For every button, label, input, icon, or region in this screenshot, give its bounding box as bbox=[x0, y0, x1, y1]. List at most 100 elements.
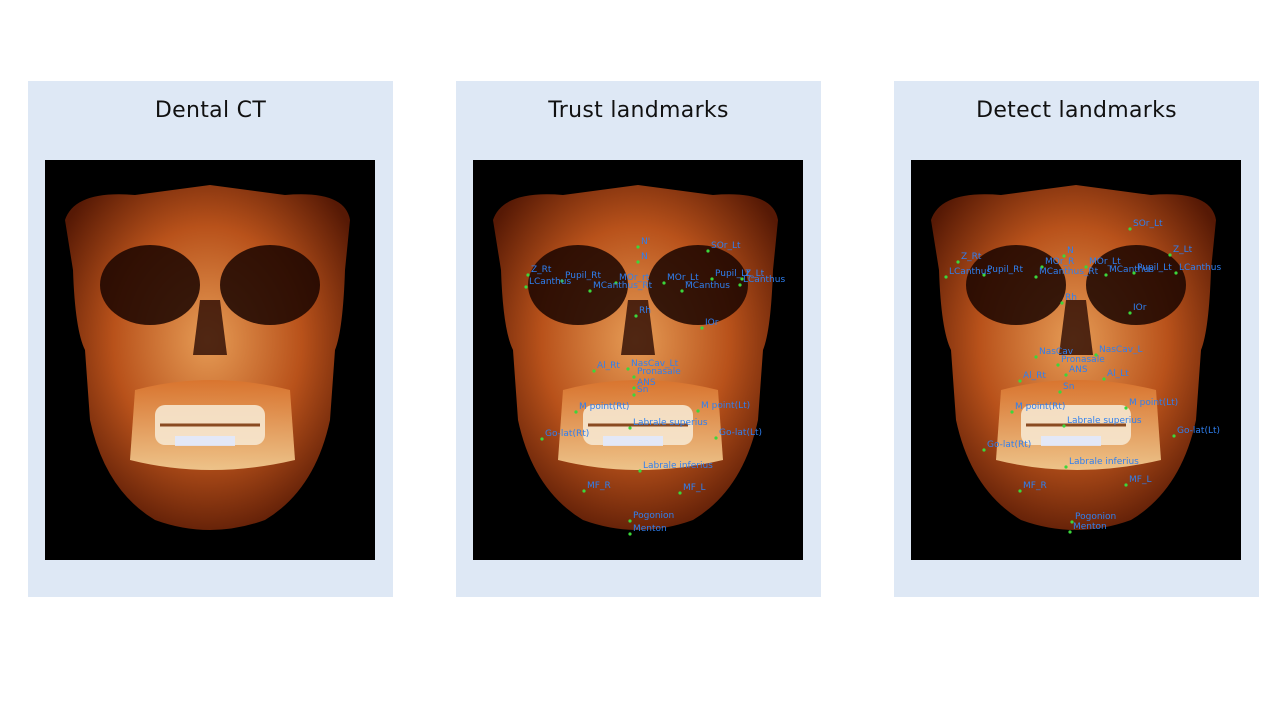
landmark-label: N' bbox=[641, 237, 650, 247]
landmark-label: Pogonion bbox=[1075, 512, 1116, 522]
ct-image bbox=[45, 160, 375, 560]
landmark-label: Pupil_Lt bbox=[1137, 263, 1172, 273]
landmark-label: Pupil_Rt bbox=[987, 265, 1023, 275]
landmark-dot bbox=[1124, 406, 1128, 410]
panel-title: Detect landmarks bbox=[976, 98, 1177, 123]
panel-detect-landmarks: Detect landmarks SOr_Lt Z_Rt N MOr_R MOr… bbox=[894, 81, 1259, 597]
landmark-label: M point(Lt) bbox=[701, 401, 750, 411]
landmark-dot bbox=[1174, 271, 1178, 275]
landmark-label: Rh bbox=[1065, 293, 1077, 303]
landmark-dot bbox=[700, 326, 704, 330]
landmark-label: Go-lat(Rt) bbox=[987, 440, 1031, 450]
landmark-label: Rh bbox=[639, 306, 651, 316]
landmark-label: MF_L bbox=[683, 483, 705, 493]
landmark-dot bbox=[714, 436, 718, 440]
landmark-label: Menton bbox=[1073, 522, 1107, 532]
landmark-dot bbox=[638, 469, 642, 473]
landmark-label: Labrale superius bbox=[1067, 416, 1142, 426]
landmark-label: Z_Rt bbox=[531, 265, 552, 275]
landmark-dot bbox=[1124, 483, 1128, 487]
landmark-dot bbox=[1062, 424, 1066, 428]
landmark-dot bbox=[1034, 355, 1038, 359]
landmark-dot bbox=[1128, 311, 1132, 315]
skull-render-landmarks: SOr_LtZ_RtNMOr_R MOr_LtZ_LtLCanthusPupil_… bbox=[911, 160, 1241, 560]
landmark-label: LCanthus bbox=[529, 277, 571, 287]
landmark-dot bbox=[1018, 379, 1022, 383]
landmark-label: Menton bbox=[633, 524, 667, 534]
landmark-dot bbox=[1018, 489, 1022, 493]
landmark-dot bbox=[1128, 227, 1132, 231]
landmark-dot bbox=[1132, 271, 1136, 275]
landmark-dot bbox=[1068, 530, 1072, 534]
landmark-label: Z_Lt bbox=[1173, 245, 1193, 255]
panel-title: Dental CT bbox=[154, 98, 267, 123]
landmark-dot bbox=[1010, 410, 1014, 414]
landmark-dot bbox=[636, 245, 640, 249]
landmark-label: MCanthus_Rt bbox=[593, 281, 653, 291]
landmark-label: MCanthus_Rt bbox=[1039, 267, 1099, 277]
landmark-dot bbox=[632, 375, 636, 379]
landmark-dot bbox=[1058, 390, 1062, 394]
landmark-label: Pronasale bbox=[637, 367, 681, 377]
landmark-dot bbox=[1064, 373, 1068, 377]
landmark-dot bbox=[592, 369, 596, 373]
landmark-label: Go-lat(Lt) bbox=[1177, 426, 1220, 436]
landmark-dot bbox=[1064, 465, 1068, 469]
ct-image-landmarks: N' N SOr_Lt Z_Rt Pupil_Rt LCanthus MOr_rt MOr_L… bbox=[473, 160, 803, 560]
landmark-label: SOr_Lt bbox=[711, 241, 741, 251]
landmark-dot bbox=[628, 519, 632, 523]
landmark-dot bbox=[1056, 363, 1060, 367]
landmark-dot bbox=[944, 275, 948, 279]
landmark-label: MF_L bbox=[1129, 475, 1151, 485]
landmark-label: Go-lat(Lt) bbox=[719, 428, 762, 438]
landmark-label: IOr bbox=[1133, 303, 1147, 313]
landmark-dot bbox=[632, 386, 636, 390]
landmark-label: IOr bbox=[705, 318, 719, 328]
landmark-dot bbox=[636, 260, 640, 264]
landmark-label: Pogonion bbox=[633, 511, 674, 521]
landmark-dot bbox=[540, 437, 544, 441]
landmark-dot bbox=[982, 448, 986, 452]
landmark-label: LCanthus bbox=[743, 275, 785, 285]
landmark-label: N bbox=[1067, 246, 1074, 256]
panel-dental-ct: Dental CT bbox=[28, 81, 393, 597]
landmark-label: NasCav_L bbox=[1099, 345, 1143, 355]
skull-render-landmarks: N'NSOr_LtZ_RtPupil_RtLCanthus MOr_rt MOr_L… bbox=[473, 160, 803, 560]
landmark-label: Pronasale bbox=[1061, 355, 1105, 365]
landmark-dot bbox=[588, 289, 592, 293]
landmark-dot bbox=[680, 289, 684, 293]
landmark-label: Z_Rt bbox=[961, 252, 982, 262]
landmark-dot bbox=[1102, 377, 1106, 381]
landmark-dot bbox=[628, 532, 632, 536]
landmark-label: Al_Lt bbox=[1107, 369, 1129, 379]
landmark-label: MF_R bbox=[587, 481, 611, 491]
landmark-dot bbox=[662, 281, 666, 285]
landmark-dot bbox=[678, 491, 682, 495]
landmark-dot bbox=[1104, 273, 1108, 277]
panel-title: Trust landmarks bbox=[548, 98, 729, 123]
landmark-dot bbox=[524, 285, 528, 289]
landmark-label: M point(Rt) bbox=[579, 402, 629, 412]
landmark-dot bbox=[1060, 301, 1064, 305]
landmark-label: Go-lat(Rt) bbox=[545, 429, 589, 439]
landmark-label: LCanthus bbox=[1179, 263, 1221, 273]
landmark-label: Al_Rt bbox=[1023, 371, 1046, 381]
landmark-dot bbox=[1034, 275, 1038, 279]
panel-trust-landmarks: Trust landmarks N' N SOr_Lt Z_Rt Pupil_R… bbox=[456, 81, 821, 597]
landmark-label: Al_Rt bbox=[597, 361, 620, 371]
landmark-label: M point(Rt) bbox=[1015, 402, 1065, 412]
ct-image-landmarks: SOr_Lt Z_Rt N MOr_R MOr_Lt Z_Lt LCanthus Pupil_… bbox=[911, 160, 1241, 560]
landmark-dot bbox=[956, 260, 960, 264]
landmark-label: Labrale inferius bbox=[1069, 457, 1139, 467]
landmark-label: MCanthus bbox=[685, 281, 730, 291]
landmark-dot bbox=[696, 409, 700, 413]
landmark-dot bbox=[574, 410, 578, 414]
landmark-dot bbox=[628, 426, 632, 430]
landmark-label: ANS bbox=[1069, 365, 1088, 375]
landmark-dot bbox=[738, 283, 742, 287]
landmark-label: N bbox=[641, 252, 648, 262]
landmark-label: LCanthus bbox=[949, 267, 991, 277]
landmark-label: Sn bbox=[1063, 382, 1074, 392]
landmark-label: MOr_R bbox=[1045, 257, 1074, 267]
landmark-dot bbox=[626, 367, 630, 371]
